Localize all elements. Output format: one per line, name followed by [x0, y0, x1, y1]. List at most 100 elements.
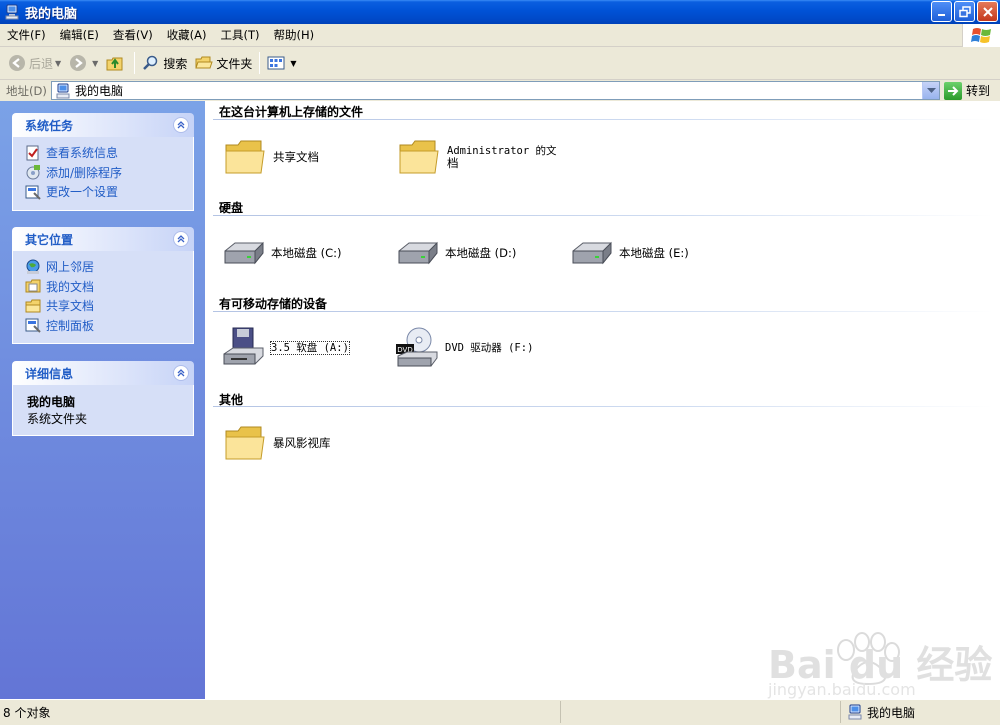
details-type: 系统文件夹	[27, 412, 88, 426]
back-button[interactable]: 后退 ▼	[4, 50, 65, 76]
details-panel: 详细信息 我的电脑 系统文件夹	[12, 361, 194, 436]
collapse-icon[interactable]	[173, 117, 189, 133]
place-shared-documents[interactable]: 共享文档	[25, 296, 193, 316]
item-baofeng-library[interactable]: 暴风影视库	[223, 421, 331, 465]
back-arrow-icon	[9, 55, 25, 71]
menu-edit[interactable]: 编辑(E)	[53, 24, 106, 47]
menu-bar: 文件(F) 编辑(E) 查看(V) 收藏(A) 工具(T) 帮助(H)	[0, 24, 1000, 47]
system-tasks-header[interactable]: 系统任务	[12, 113, 194, 137]
group-divider	[213, 119, 993, 120]
search-button[interactable]: 搜索	[138, 50, 191, 76]
file-view: 在这台计算机上存储的文件 共享文档 Administrator 的文 档 硬盘 …	[205, 101, 1000, 699]
toolbar-separator	[259, 52, 261, 74]
chevron-down-icon	[926, 87, 936, 93]
back-label: 后退	[29, 56, 54, 71]
place-control-panel[interactable]: 控制面板	[25, 316, 193, 336]
place-label: 共享文档	[46, 299, 95, 314]
other-places-header[interactable]: 其它位置	[12, 227, 194, 251]
item-label: 共享文档	[273, 150, 319, 164]
address-input[interactable]: 我的电脑	[51, 81, 940, 100]
menu-view[interactable]: 查看(V)	[106, 24, 160, 47]
item-local-disk-c[interactable]: 本地磁盘 (C:)	[221, 231, 342, 275]
system-info-icon	[26, 145, 39, 161]
item-label: 本地磁盘 (D:)	[445, 246, 517, 260]
item-label: 3.5 软盘 (A:)	[270, 341, 350, 355]
item-label: 本地磁盘 (C:)	[271, 246, 342, 260]
views-dropdown-icon[interactable]: ▼	[290, 59, 296, 68]
collapse-icon[interactable]	[173, 365, 189, 381]
forward-button[interactable]: ▼	[65, 50, 102, 76]
menu-tools[interactable]: 工具(T)	[214, 24, 267, 47]
status-bar: 8 个对象 我的电脑	[0, 699, 1000, 725]
task-change-setting[interactable]: 更改一个设置	[25, 182, 193, 202]
folder-icon	[25, 299, 41, 313]
folder-icon	[225, 140, 265, 174]
toolbar: 后退 ▼ ▼ 搜索 文件夹 ▼	[0, 47, 1000, 80]
close-button[interactable]	[977, 1, 998, 22]
restore-icon	[958, 5, 971, 17]
forward-dropdown-icon[interactable]: ▼	[92, 59, 98, 68]
minimize-button[interactable]	[931, 1, 952, 22]
menu-favorites[interactable]: 收藏(A)	[160, 24, 214, 47]
folders-button[interactable]: 文件夹	[191, 50, 256, 76]
task-label: 更改一个设置	[46, 185, 119, 200]
windows-logo-icon	[962, 24, 1000, 47]
details-name: 我的电脑	[27, 395, 76, 409]
task-label: 查看系统信息	[46, 146, 119, 161]
address-label: 地址(D)	[6, 83, 47, 98]
views-button[interactable]: ▼	[263, 50, 300, 76]
minimize-icon	[937, 13, 945, 16]
go-button[interactable]: 转到	[944, 81, 990, 100]
group-header-hard-disks: 硬盘	[219, 201, 244, 215]
place-network[interactable]: 网上邻居	[25, 257, 193, 277]
my-documents-icon	[25, 279, 41, 293]
status-object-count: 8 个对象	[3, 706, 51, 720]
add-remove-programs-icon	[26, 165, 40, 180]
group-divider	[213, 311, 993, 312]
back-dropdown-icon[interactable]: ▼	[55, 59, 61, 68]
item-label: 暴风影视库	[273, 436, 331, 450]
item-floppy-a[interactable]: 3.5 软盘 (A:)	[221, 326, 350, 370]
item-dvd-f[interactable]: DVD DVD 驱动器 (F:)	[395, 326, 533, 370]
item-label: Administrator 的文	[447, 145, 557, 157]
place-my-documents[interactable]: 我的文档	[25, 277, 193, 297]
group-divider	[213, 215, 993, 216]
other-places-title: 其它位置	[25, 232, 74, 247]
menu-help[interactable]: 帮助(H)	[267, 24, 322, 47]
folders-icon	[195, 56, 214, 69]
task-add-remove-programs[interactable]: 添加/删除程序	[25, 163, 193, 183]
address-dropdown-button[interactable]	[922, 82, 939, 99]
place-label: 我的文档	[46, 279, 95, 294]
item-label: DVD 驱动器 (F:)	[445, 342, 534, 354]
details-header[interactable]: 详细信息	[12, 361, 194, 385]
up-folder-button[interactable]	[102, 50, 131, 76]
toolbar-separator	[134, 52, 136, 74]
item-administrator-documents[interactable]: Administrator 的文 档	[397, 135, 557, 179]
control-panel-icon	[25, 318, 41, 333]
folders-label: 文件夹	[216, 56, 253, 71]
group-divider	[213, 406, 993, 407]
address-bar: 地址(D) 我的电脑 转到	[0, 80, 1000, 101]
control-panel-icon	[25, 185, 41, 200]
hard-disk-icon	[398, 241, 438, 265]
restore-button[interactable]	[954, 1, 975, 22]
menu-file[interactable]: 文件(F)	[0, 24, 53, 47]
place-label: 控制面板	[46, 318, 95, 333]
my-computer-icon	[56, 83, 70, 98]
dvd-drive-icon: DVD	[396, 327, 438, 367]
task-view-system-info[interactable]: 查看系统信息	[25, 143, 193, 163]
item-shared-documents[interactable]: 共享文档	[223, 135, 319, 179]
forward-arrow-icon	[70, 55, 87, 71]
system-tasks-title: 系统任务	[25, 118, 74, 133]
item-local-disk-e[interactable]: 本地磁盘 (E:)	[569, 231, 689, 275]
close-icon	[982, 6, 993, 17]
group-header-removable: 有可移动存储的设备	[219, 297, 328, 311]
item-local-disk-d[interactable]: 本地磁盘 (D:)	[395, 231, 516, 275]
collapse-icon[interactable]	[173, 231, 189, 247]
status-divider	[560, 701, 561, 723]
status-location-label: 我的电脑	[867, 705, 916, 720]
hard-disk-icon	[572, 241, 612, 265]
title-bar[interactable]: 我的电脑	[0, 0, 1000, 24]
views-icon	[267, 56, 285, 70]
search-label: 搜索	[163, 56, 188, 71]
